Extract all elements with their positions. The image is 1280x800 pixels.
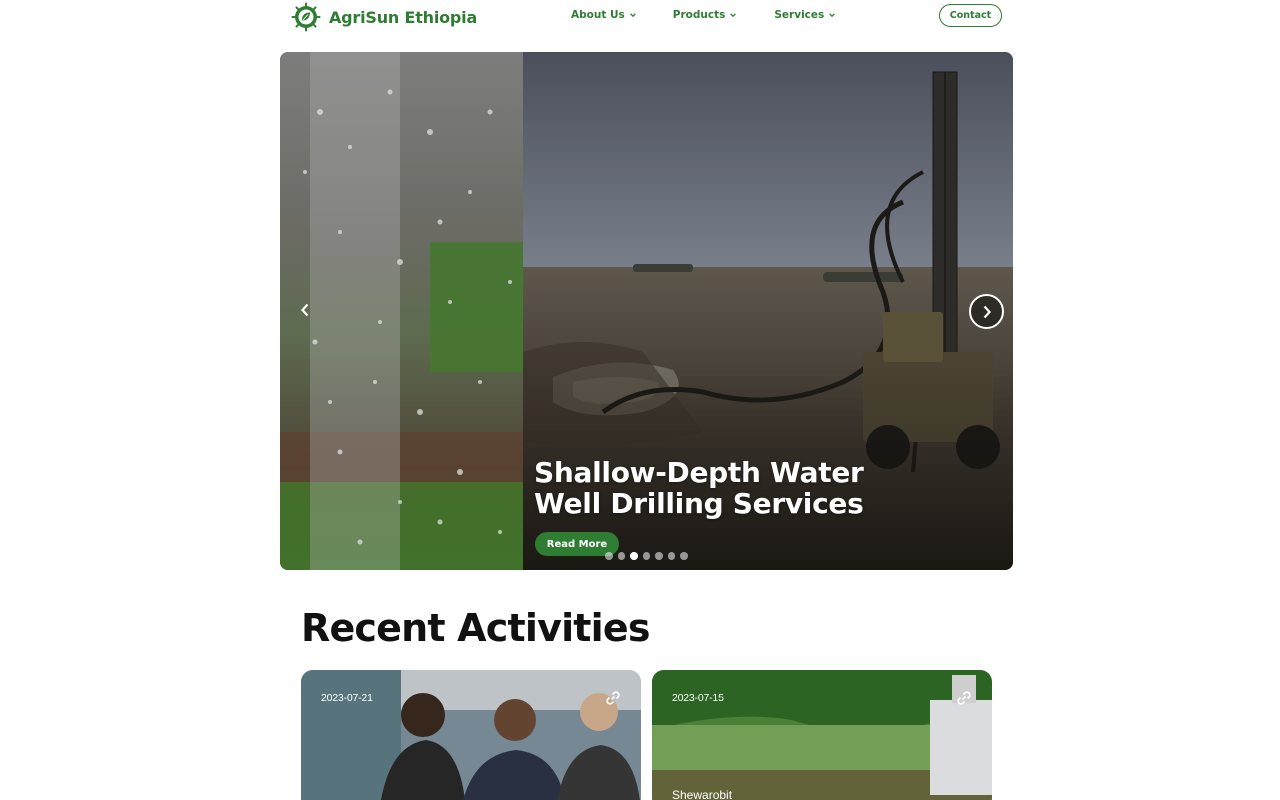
link-icon[interactable]: [605, 690, 621, 706]
section-title-recent-activities: Recent Activities: [301, 606, 650, 650]
activity-card[interactable]: 2023-07-15 Shewarobit: [652, 670, 992, 800]
hero-title: Shallow-Depth Water Well Drilling Servic…: [534, 457, 954, 519]
slider-dot[interactable]: [642, 552, 650, 560]
main-nav: About Us Products Services: [571, 9, 836, 21]
activity-date: 2023-07-15: [672, 692, 724, 704]
hero-slider: Shallow-Depth Water Well Drilling Servic…: [280, 52, 1013, 570]
activity-photo: [301, 670, 641, 800]
slider-dot[interactable]: [630, 552, 638, 560]
slider-prev-button[interactable]: [294, 295, 316, 325]
contact-button[interactable]: Contact: [939, 4, 1002, 27]
activity-caption: Shewarobit: [672, 788, 733, 800]
slider-pagination: [605, 552, 688, 560]
previous-slide-image: [280, 52, 523, 570]
activity-photo: [652, 670, 992, 800]
logo-icon: [291, 2, 321, 32]
chevron-down-icon: [730, 13, 737, 18]
chevron-left-icon: [301, 303, 309, 317]
activity-card[interactable]: 2023-07-21: [301, 670, 641, 800]
hero-title-line-1: Shallow-Depth Water: [534, 456, 864, 489]
slider-dot[interactable]: [605, 552, 613, 560]
water-spray-image: [280, 52, 523, 570]
slider-dot[interactable]: [680, 552, 688, 560]
nav-products-label: Products: [672, 9, 726, 21]
slider-dot[interactable]: [655, 552, 663, 560]
hero-title-line-2: Well Drilling Services: [534, 487, 864, 520]
logo[interactable]: AgriSun Ethiopia: [291, 2, 477, 32]
chevron-down-icon: [829, 13, 836, 18]
nav-about-us[interactable]: About Us: [571, 9, 637, 21]
activity-date: 2023-07-21: [321, 692, 373, 704]
slider-next-button[interactable]: [969, 294, 1004, 329]
nav-services-label: Services: [774, 9, 825, 21]
chevron-right-icon: [983, 305, 991, 318]
site-header: AgriSun Ethiopia About Us Products Servi…: [0, 0, 1280, 32]
link-icon[interactable]: [956, 690, 972, 706]
chevron-down-icon: [629, 13, 636, 18]
nav-about-us-label: About Us: [571, 9, 625, 21]
nav-services[interactable]: Services: [774, 9, 836, 21]
nav-products[interactable]: Products: [673, 9, 738, 21]
slider-dot[interactable]: [617, 552, 625, 560]
slider-dot[interactable]: [667, 552, 675, 560]
logo-text: AgriSun Ethiopia: [329, 7, 478, 27]
